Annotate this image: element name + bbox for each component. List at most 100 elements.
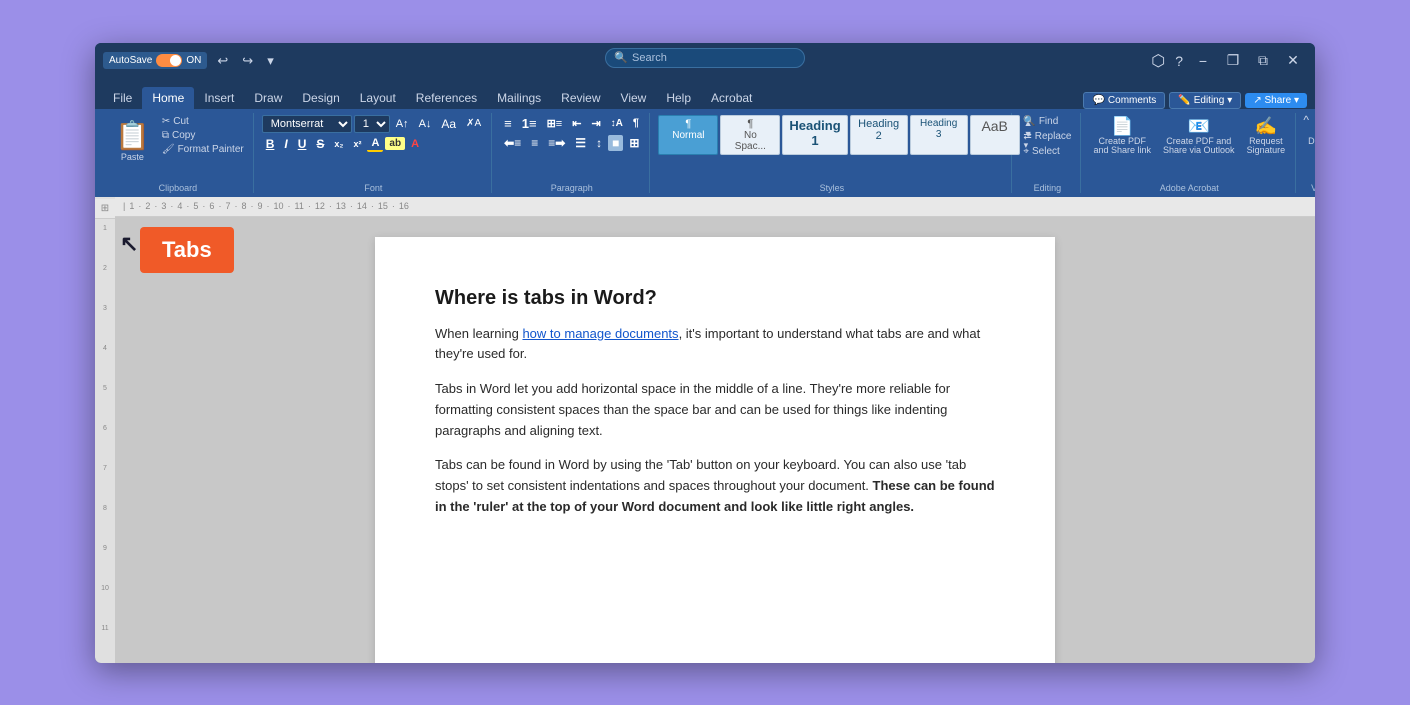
tooltip-arrow-icon: ↖	[120, 231, 138, 257]
close-button[interactable]: ✕	[1279, 47, 1307, 75]
search-bar[interactable]: 🔍 Search	[605, 48, 805, 68]
increase-indent-button[interactable]: ⇥	[587, 116, 604, 131]
strikethrough-button[interactable]: S	[312, 136, 328, 152]
superscript-button[interactable]: x²	[349, 138, 365, 150]
style-heading3-button[interactable]: Heading 3	[910, 115, 968, 155]
create-pdf-outlook-button[interactable]: 📧 Create PDF andShare via Outlook	[1159, 115, 1239, 159]
bold-button[interactable]: B	[262, 136, 279, 152]
align-left-button[interactable]: ⬅≡	[500, 135, 525, 151]
document-page[interactable]: Where is tabs in Word? When learning how…	[375, 237, 1055, 663]
show-marks-button[interactable]: ¶	[629, 116, 643, 130]
redo-icon[interactable]: ↪	[238, 51, 257, 71]
ruler-num-4: 4	[103, 343, 107, 383]
editing-button[interactable]: ✏️ Editing ▾	[1169, 92, 1241, 109]
resize-button[interactable]: ⧉	[1249, 47, 1277, 75]
customize-qat-icon[interactable]: ▾	[263, 51, 278, 71]
collapse-ribbon-button[interactable]: ^	[1297, 109, 1315, 131]
tab-layout[interactable]: Layout	[350, 87, 406, 109]
acrobat-group-label: Adobe Acrobat	[1160, 181, 1219, 193]
sort-button[interactable]: ↕A	[607, 117, 627, 130]
tab-file[interactable]: File	[103, 87, 142, 109]
select-button[interactable]: ⌖ Select	[1020, 145, 1062, 158]
comments-label: Comments	[1108, 95, 1156, 106]
font-size-select[interactable]: 11	[354, 115, 390, 133]
help-icon[interactable]: ?	[1171, 53, 1187, 69]
style-heading2-button[interactable]: Heading 2	[850, 115, 908, 155]
paste-button[interactable]: 📋 Paste	[109, 115, 156, 166]
align-right-button[interactable]: ≡➡	[544, 135, 569, 151]
tab-acrobat[interactable]: Acrobat	[701, 87, 762, 109]
create-pdf-share-link-button[interactable]: 📄 Create PDFand Share link	[1089, 115, 1155, 159]
subscript-button[interactable]: x₂	[330, 138, 347, 150]
tab-mailings[interactable]: Mailings	[487, 87, 551, 109]
ruler-corner[interactable]: ⊞	[95, 199, 115, 219]
numbering-button[interactable]: 1≡	[518, 115, 541, 132]
page-container: Where is tabs in Word? When learning how…	[115, 217, 1315, 663]
find-button[interactable]: 🔍 Find	[1020, 115, 1061, 128]
italic-button[interactable]: I	[280, 136, 291, 152]
acrobat-icon[interactable]: ⬡	[1147, 51, 1169, 71]
ribbon-group-clipboard: 📋 Paste ✂ Cut ⧉ Copy 🖌 Format Painter	[103, 113, 254, 193]
style-normal-button[interactable]: ¶ Normal	[658, 115, 718, 155]
request-signature-button[interactable]: ✍ RequestSignature	[1243, 115, 1290, 159]
style-heading2-label: Heading 2	[857, 118, 901, 142]
style-heading1-button[interactable]: Heading 1	[782, 115, 847, 155]
style-title-label: AaB	[979, 118, 1011, 134]
horizontal-ruler: |1·2·3·4·5·6·7·8·9·10·11·12·13·14·15·16	[115, 197, 1315, 217]
autosave-toggle[interactable]	[156, 54, 182, 67]
replace-button[interactable]: ⇄ Replace	[1020, 130, 1074, 143]
tab-home[interactable]: Home	[142, 87, 194, 109]
content-area[interactable]: |1·2·3·4·5·6·7·8·9·10·11·12·13·14·15·16 …	[115, 197, 1315, 663]
font-shrink-button[interactable]: A↓	[415, 117, 436, 131]
para1-link[interactable]: how to manage documents	[522, 326, 678, 341]
style-no-space-button[interactable]: ¶ No Spac...	[720, 115, 780, 155]
minimize-button[interactable]: −	[1189, 47, 1217, 75]
restore-button[interactable]: ❐	[1219, 47, 1247, 75]
text-color-button[interactable]: A	[367, 136, 383, 152]
main-area: ↖ Tabs ⊞ 1 2 3 4 5 6 7 8 9 10 11	[95, 197, 1315, 663]
bullets-button[interactable]: ≡	[500, 115, 516, 132]
cut-button[interactable]: ✂ Cut	[159, 115, 247, 128]
ruler-num-11: 11	[101, 623, 108, 663]
tab-references[interactable]: References	[406, 87, 487, 109]
copy-button[interactable]: ⧉ Copy	[159, 129, 247, 142]
highlight-button[interactable]: ab	[385, 137, 405, 150]
share-button[interactable]: ↗ Share ▾	[1245, 93, 1307, 108]
ruler-num-6: 6	[103, 423, 107, 463]
multilevel-list-button[interactable]: ⊞≡	[543, 116, 567, 131]
style-normal-label: Normal	[665, 130, 711, 141]
tab-view[interactable]: View	[611, 87, 657, 109]
format-painter-button[interactable]: 🖌 Format Painter	[159, 143, 247, 156]
tab-insert[interactable]: Insert	[194, 87, 244, 109]
create-pdf-outlook-icon: 📧	[1188, 117, 1210, 135]
borders-button[interactable]: ⊞	[625, 135, 643, 151]
select-icon: ⌖	[1023, 146, 1029, 157]
clear-formatting-button[interactable]: ✗A	[462, 117, 485, 130]
shading-button[interactable]: ■	[608, 135, 623, 151]
font-grow-button[interactable]: A↑	[392, 117, 413, 131]
font-color-button[interactable]: A	[407, 137, 423, 151]
line-spacing-button[interactable]: ↕	[592, 135, 606, 151]
document-para1: When learning how to manage documents, i…	[435, 324, 995, 366]
style-title-button[interactable]: AaB	[970, 115, 1020, 155]
tab-design[interactable]: Design	[292, 87, 349, 109]
align-center-button[interactable]: ≡	[527, 135, 542, 151]
autosave-badge[interactable]: AutoSave ON	[103, 52, 207, 69]
justify-button[interactable]: ☰	[571, 135, 590, 151]
ruler-num-9: 9	[103, 543, 107, 583]
editing-icon: ✏️	[1178, 95, 1190, 106]
tab-draw[interactable]: Draw	[244, 87, 292, 109]
font-face-select[interactable]: Montserrat	[262, 115, 352, 133]
underline-button[interactable]: U	[294, 136, 311, 152]
undo-icon[interactable]: ↩	[213, 51, 232, 71]
title-bar: AutoSave ON ↩ ↪ ▾ Document1 - Word 🔍 Sea…	[95, 43, 1315, 79]
comments-button[interactable]: 💬 Comments	[1083, 92, 1165, 109]
search-input-label: Search	[632, 52, 667, 64]
top-right-actions: 💬 Comments ✏️ Editing ▾ ↗ Share ▾	[1083, 92, 1307, 109]
replace-label: Replace	[1035, 131, 1072, 142]
decrease-indent-button[interactable]: ⇤	[568, 116, 585, 131]
change-case-button[interactable]: Aa	[437, 116, 460, 132]
style-normal-para-mark: ¶	[665, 118, 711, 130]
tab-review[interactable]: Review	[551, 87, 610, 109]
tab-help[interactable]: Help	[656, 87, 701, 109]
